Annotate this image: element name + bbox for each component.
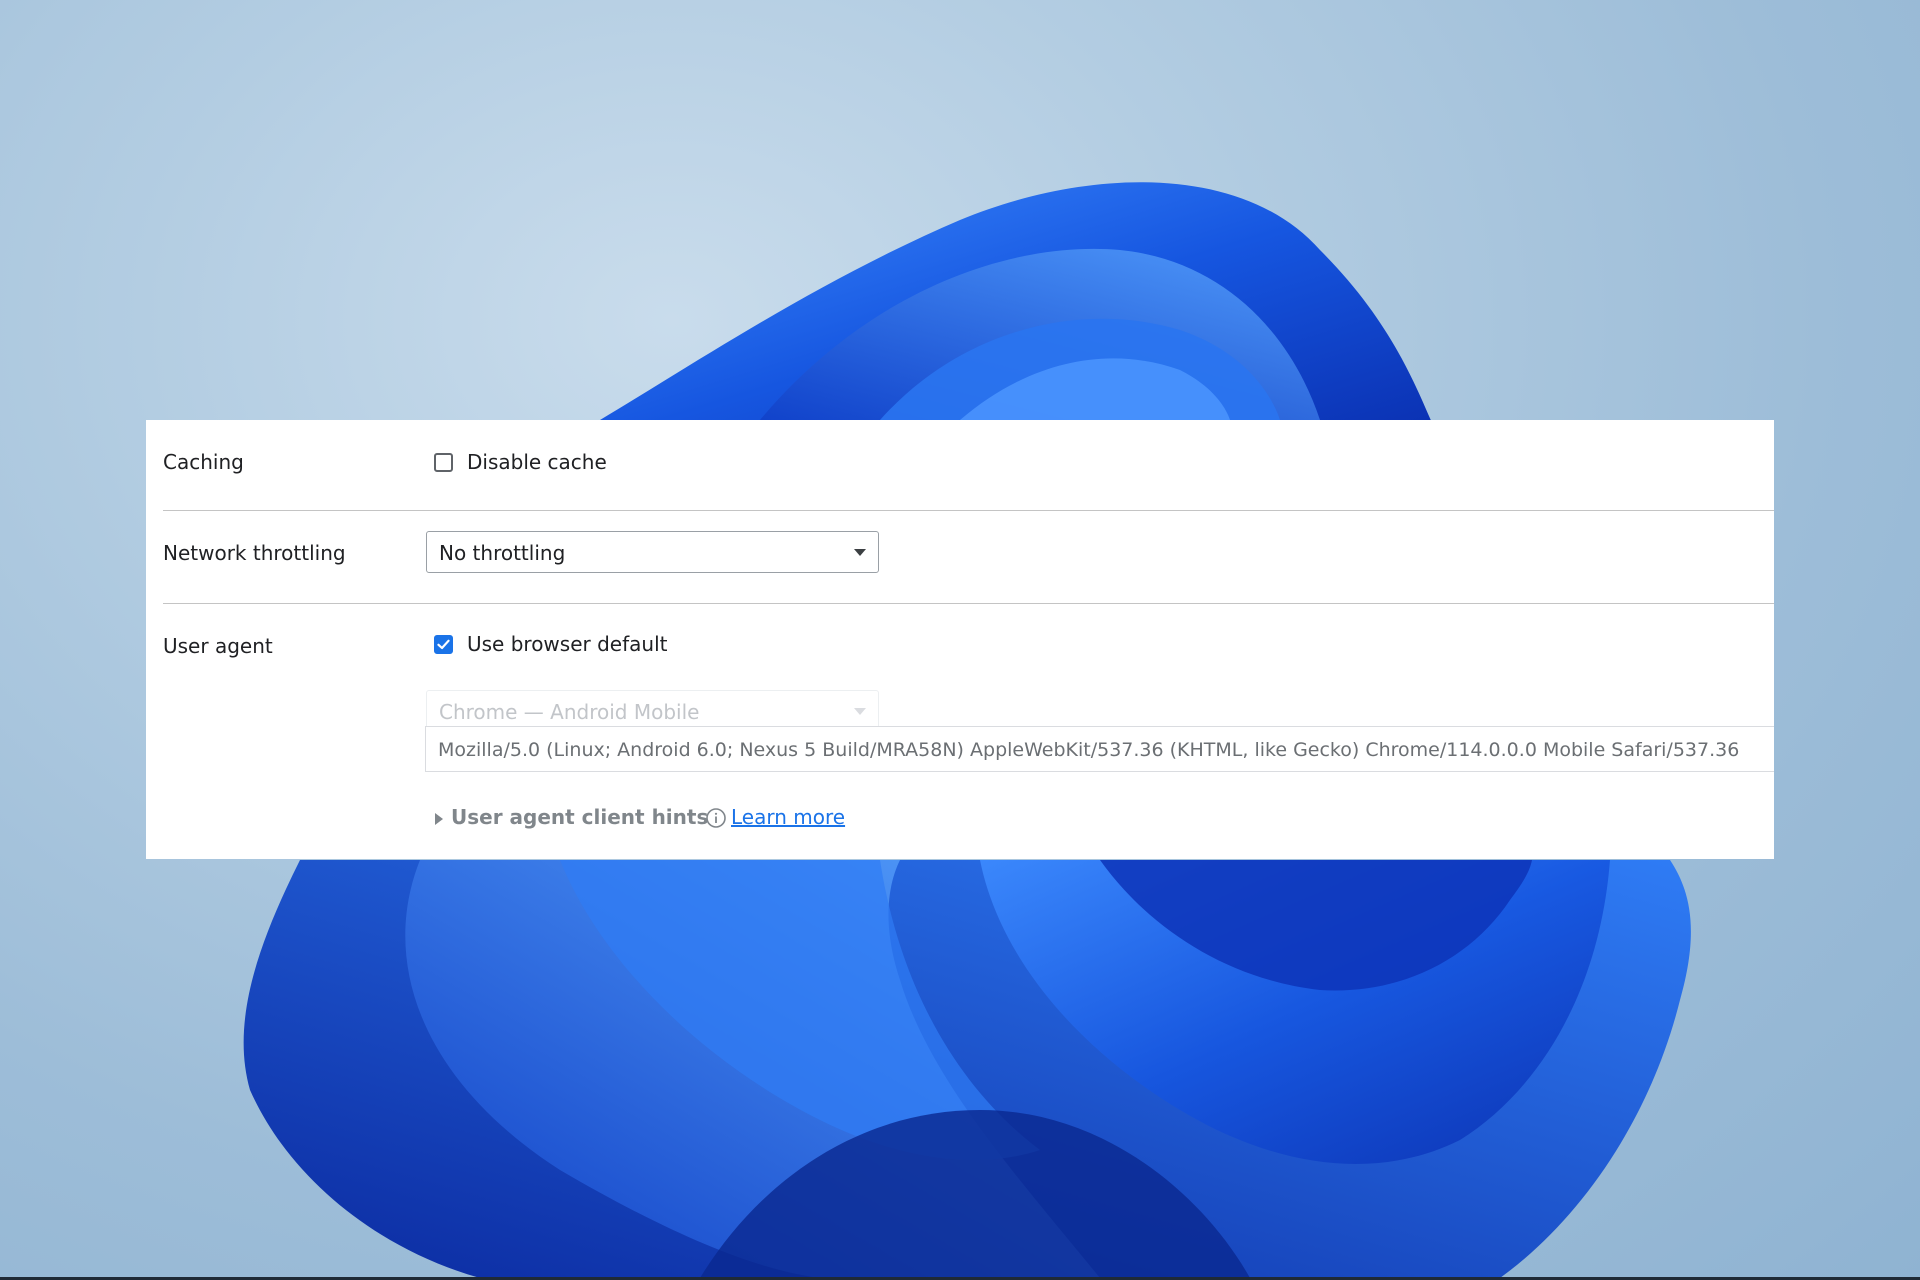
chevron-down-icon (854, 549, 866, 556)
learn-more-link[interactable]: Learn more (731, 805, 845, 829)
network-throttling-row: Network throttling No throttling (146, 511, 1774, 603)
checkmark-icon (437, 639, 450, 650)
devtools-network-settings-panel: Caching Disable cache Network throttling… (146, 420, 1774, 859)
network-throttling-value: No throttling (439, 541, 566, 565)
disable-cache-checkbox[interactable] (434, 453, 453, 472)
network-throttling-label: Network throttling (163, 541, 346, 565)
caching-row: Caching Disable cache (146, 420, 1774, 510)
chevron-down-icon (854, 708, 866, 715)
user-agent-label: User agent (163, 634, 273, 658)
user-agent-row: User agent Use browser default Chrome — … (146, 604, 1774, 859)
use-browser-default-label[interactable]: Use browser default (467, 632, 667, 656)
disclosure-triangle-icon (435, 813, 443, 825)
info-icon (706, 808, 726, 828)
disable-cache-label[interactable]: Disable cache (467, 450, 607, 474)
network-throttling-select[interactable]: No throttling (426, 531, 879, 573)
use-browser-default-checkbox[interactable] (434, 635, 453, 654)
user-agent-string-value: Mozilla/5.0 (Linux; Android 6.0; Nexus 5… (438, 739, 1740, 761)
user-agent-preset-value: Chrome — Android Mobile (439, 700, 700, 724)
client-hints-label[interactable]: User agent client hints (451, 805, 708, 829)
caching-label: Caching (163, 450, 244, 474)
user-agent-string-input[interactable]: Mozilla/5.0 (Linux; Android 6.0; Nexus 5… (425, 726, 1774, 772)
